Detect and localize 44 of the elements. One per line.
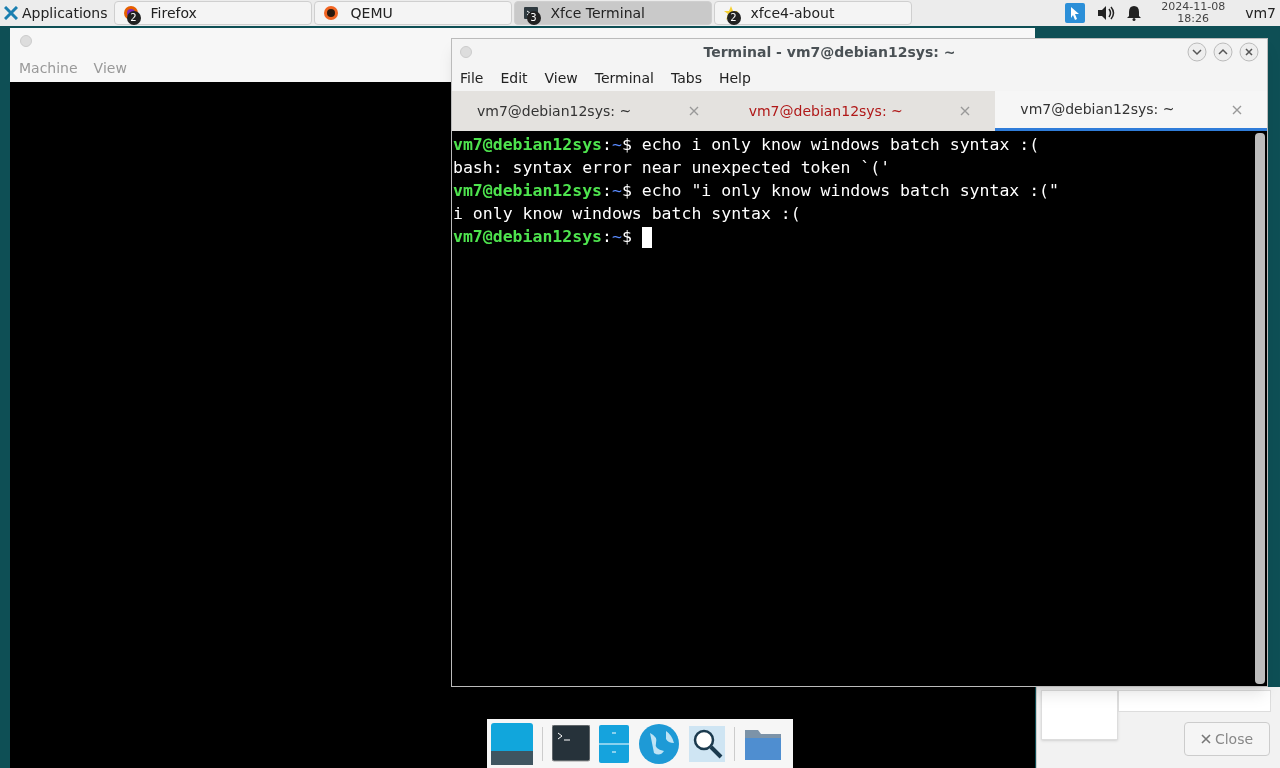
close-icon[interactable] [960,106,971,116]
count-badge: 2 [726,11,741,25]
minimize-button[interactable] [1187,42,1207,62]
desktop-icon[interactable] [491,722,533,765]
app-icon [322,5,339,21]
menu-item[interactable]: File [460,67,484,89]
file-cabinet-icon[interactable] [599,724,629,763]
terminal-icon[interactable] [552,724,590,763]
terminal-line: vm7@debian12sys:~$ [453,226,1255,249]
clock[interactable]: 2024-11-08 18:26 [1161,1,1226,25]
bell-icon[interactable] [1127,5,1142,21]
applications-menu-button[interactable]: Applications [0,0,112,26]
cursor-icon[interactable] [1065,3,1086,23]
terminal-line: i only know windows batch syntax :( [453,203,802,226]
count-badge: 3 [526,11,541,25]
close-button[interactable] [1239,42,1259,62]
taskbar-button[interactable]: 2 Firefox [113,1,312,25]
terminal-tab[interactable]: vm7@debian12sys: ~ [723,91,996,131]
menu-item[interactable]: Tabs [670,67,702,89]
xfce-logo-icon [4,6,18,20]
menu-item[interactable]: Edit [500,67,528,89]
volume-icon[interactable] [1097,5,1116,21]
menu-item[interactable]: Help [718,67,751,89]
taskbar-button[interactable]: 2 xfce4-about [713,1,912,25]
user-name[interactable]: vm7 [1245,2,1276,24]
count-badge: 2 [126,11,141,25]
terminal-tab[interactable]: vm7@debian12sys: ~ [995,91,1267,131]
taskbar-button[interactable]: QEMU [313,1,512,25]
taskbar-button[interactable]: 3 Xfce Terminal [513,1,712,25]
terminal-line: vm7@debian12sys:~$ echo i only know windows batch syntax :( [453,134,1041,157]
window-control-icon[interactable] [20,35,32,47]
menu-item[interactable]: View [544,67,578,89]
close-icon[interactable] [688,106,699,116]
text-field[interactable] [1118,690,1271,712]
close-icon [1200,734,1211,744]
window-title: Terminal - vm7@debian12sys: ~ [702,42,957,62]
maximize-button[interactable] [1213,42,1233,62]
search-icon[interactable] [689,725,725,762]
window-control-icon[interactable] [460,46,472,58]
close-icon[interactable] [1232,104,1242,115]
terminal-line: vm7@debian12sys:~$ echo "i only know windows batch syntax :(" [453,180,1060,203]
terminal-line: bash: syntax error near unexpected token `(' [453,157,892,180]
menu-item[interactable]: Terminal [594,67,654,89]
terminal-tab[interactable]: vm7@debian12sys: ~ [452,91,724,131]
